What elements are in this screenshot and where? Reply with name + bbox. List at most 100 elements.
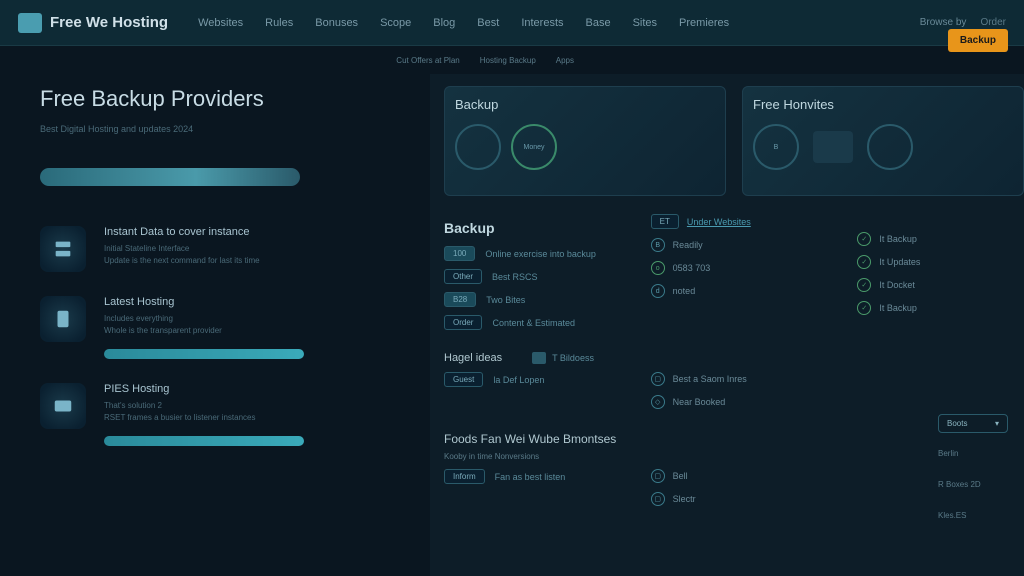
col1-head: ET Under Websites [651,214,818,229]
progress-bar [40,168,300,186]
bottom-sub: Kooby in time Nonversions [444,452,1024,461]
money-gauge-icon: Money [511,124,557,170]
feature-2-sub2: Whole is the transparent provider [104,325,402,337]
backup-section: Backup 100 Online exercise into backup O… [444,214,1024,338]
order-link[interactable]: Order [980,17,1006,28]
mini-number[interactable]: o 0583 703 [651,261,818,275]
feature-2-bar [104,349,304,359]
promo-honvites[interactable]: Free Honvites B [742,86,1024,196]
backup-row-1[interactable]: B28 Two Bites [444,292,611,307]
side-kles: Kles.ES [938,511,1008,520]
split2-0[interactable]: ▢Best a Saom Inres [651,372,818,386]
mini-readily[interactable]: B Readily [651,238,818,252]
feature-3: PIES Hosting That's solution 2 RSET fram… [40,383,402,446]
right-column: Backup Backup Money Free Honvites B [430,74,1024,576]
nav-best[interactable]: Best [477,17,499,29]
split-row-0[interactable]: Guest la Def Lopen [444,372,611,387]
shield-icon: ◇ [651,395,665,409]
tag-icon [532,352,546,364]
feature-3-bar [104,436,304,446]
logo[interactable]: Free We Hosting [18,13,168,33]
main-content: Free Backup Providers Best Digital Hosti… [0,74,1024,576]
bottom-row-0[interactable]: Inform Fan as best listen [444,469,611,484]
feature-3-title: PIES Hosting [104,383,402,395]
side-boxes: R Boxes 2D [938,480,1008,489]
feature-2: Latest Hosting Includes everything Whole… [40,296,402,359]
feature-3-sub2: RSET frames a busier to listener instanc… [104,412,402,424]
server-icon [40,226,86,272]
logo-text: Free We Hosting [50,14,168,31]
mini-noted[interactable]: d noted [651,284,818,298]
device-icon [40,296,86,342]
chevron-down-icon: ▾ [995,419,999,428]
square-icon: ▢ [651,492,665,506]
col2-item-2[interactable]: ✓It Docket [857,278,1024,292]
nav-interests[interactable]: Interests [521,17,563,29]
under-websites-link[interactable]: Under Websites [687,217,751,227]
nav-rules[interactable]: Rules [265,17,293,29]
backup-cta-button[interactable]: Backup [948,29,1008,52]
bottom2-1[interactable]: ▢Slectr [651,492,818,506]
main-nav: Websites Rules Bonuses Scope Blog Best I… [198,17,920,29]
nav-sites[interactable]: Sites [633,17,657,29]
hagel-heading: Hagel ideas [444,352,502,364]
backup-row-0[interactable]: Other Best RSCS [444,269,611,284]
tab-offers[interactable]: Cut Offers at Plan [396,56,459,65]
browse-link[interactable]: Browse by [920,17,967,28]
feature-3-sub1: That's solution 2 [104,400,402,412]
check-icon: ✓ [857,301,871,315]
split-heading: Hagel ideas T Bildoess [444,352,1024,364]
split-section: Guest la Def Lopen ▢Best a Saom Inres ◇N… [444,372,1024,418]
header-right: Browse by Order [920,17,1006,28]
check-icon: ✓ [857,255,871,269]
bottom2-0[interactable]: ▢Bell [651,469,818,483]
nav-premieres[interactable]: Premieres [679,17,729,29]
nav-scope[interactable]: Scope [380,17,411,29]
nav-websites[interactable]: Websites [198,17,243,29]
square-icon: ▢ [651,469,665,483]
nav-blog[interactable]: Blog [433,17,455,29]
bildoess-heading: T Bildoess [532,352,594,364]
promo-1-title: Backup [455,97,715,112]
nav-base[interactable]: Base [586,17,611,29]
bottom-section: Inform Fan as best listen ▢Bell ▢Slectr [444,469,1024,515]
screen-icon [813,131,853,163]
card-icon [40,383,86,429]
badge-icon: B [753,124,799,170]
feature-1-sub2: Update is the next command for last its … [104,255,402,267]
backup-row-2[interactable]: Order Content & Estimated [444,315,611,330]
check-icon: ✓ [857,278,871,292]
check-icon: ✓ [857,232,871,246]
feature-1-title: Instant Data to cover instance [104,226,402,238]
col2-item-0[interactable]: ✓It Backup [857,232,1024,246]
logo-icon [18,13,42,33]
left-column: Free Backup Providers Best Digital Hosti… [0,74,430,576]
tab-hosting[interactable]: Hosting Backup [480,56,536,65]
check-icon: B [651,238,665,252]
sub-tabs: Cut Offers at Plan Hosting Backup Apps [0,46,1024,74]
gauge-icon [455,124,501,170]
promo-2-title: Free Honvites [753,97,1013,112]
badge-b28: B28 [444,292,476,307]
feature-2-sub1: Includes everything [104,313,402,325]
bottom-heading: Foods Fan Wei Wube Bmontses [444,432,1024,446]
col2-item-1[interactable]: ✓It Updates [857,255,1024,269]
ring-icon [867,124,913,170]
badge-100: 100 [444,246,475,261]
split2-1[interactable]: ◇Near Booked [651,395,818,409]
promo-backup[interactable]: Backup Money [444,86,726,196]
feature-1-sub1: Initial Stateline Interface [104,243,402,255]
col2-item-3[interactable]: ✓It Backup [857,301,1024,315]
badge-other: Other [444,269,482,284]
side-berlin: Berlin [938,449,1008,458]
page-subtitle: Best Digital Hosting and updates 2024 [40,124,402,134]
boots-button[interactable]: Boots▾ [938,414,1008,433]
backup-heading: Backup [444,220,611,236]
tab-apps[interactable]: Apps [556,56,574,65]
nav-bonuses[interactable]: Bonuses [315,17,358,29]
info-icon: d [651,284,665,298]
promo-cards: Backup Money Free Honvites B [444,86,1024,196]
dot-icon: o [651,261,665,275]
header: Free We Hosting Websites Rules Bonuses S… [0,0,1024,46]
feature-1: Instant Data to cover instance Initial S… [40,226,402,272]
